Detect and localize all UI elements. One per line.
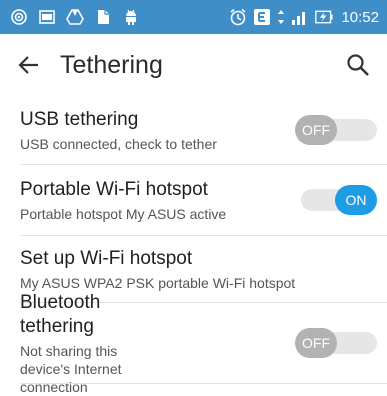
setup-wifi-hotspot-title: Set up Wi-Fi hotspot [20,247,193,269]
search-icon[interactable] [343,50,373,80]
portable-wifi-hotspot-toggle-label: ON [335,185,377,215]
portable-wifi-hotspot-subtitle: Portable hotspot My ASUS active [20,205,227,222]
portable-wifi-hotspot-toggle[interactable]: ON [295,185,377,215]
usb-tethering-toggle-label: OFF [295,115,337,145]
setup-wifi-hotspot-subtitle: My ASUS WPA2 PSK portable Wi-Fi hotspot [20,274,296,291]
status-bar: 10:52 [0,0,387,34]
status-bar-right: 10:52 [229,8,379,26]
app-bar: Tethering [0,34,387,96]
alarm-icon [229,8,247,26]
bluetooth-tethering-row[interactable]: Bluetooth tethering Not sharing this dev… [0,292,387,395]
data-e-icon [253,8,271,26]
status-time: 10:52 [341,8,379,26]
android-icon [122,8,140,26]
usb-tethering-title: USB tethering [20,108,139,130]
gallery-icon [38,8,56,26]
bluetooth-tethering-title: Bluetooth tethering [20,291,101,337]
signal-icon [291,8,309,26]
bluetooth-tethering-toggle[interactable]: OFF [295,328,377,358]
portable-wifi-hotspot-row[interactable]: Portable Wi-Fi hotspot Portable hotspot … [0,165,387,235]
portable-wifi-hotspot-title: Portable Wi-Fi hotspot [20,178,208,200]
file-icon [94,8,112,26]
back-arrow-icon[interactable] [14,50,44,80]
usb-tethering-toggle[interactable]: OFF [295,115,377,145]
divider [20,383,387,384]
hotspot-icon [10,8,28,26]
drive-icon [66,8,84,26]
page-title: Tethering [60,50,163,79]
bluetooth-tethering-toggle-label: OFF [295,328,337,358]
battery-charging-icon [315,8,334,26]
status-bar-left [10,8,140,26]
usb-tethering-subtitle: USB connected, check to tether [20,135,217,152]
usb-tethering-row[interactable]: USB tethering USB connected, check to te… [0,96,387,164]
data-arrows-icon [277,8,285,26]
bluetooth-tethering-subtitle: Not sharing this device's Internet conne… [20,342,122,395]
